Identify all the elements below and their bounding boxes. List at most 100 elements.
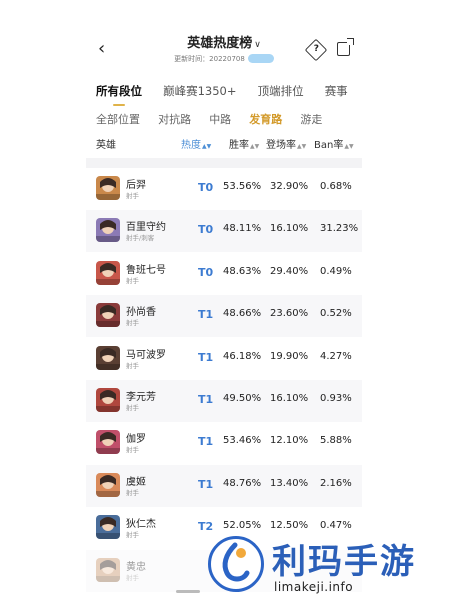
pick-rate: 19.90% bbox=[270, 350, 309, 362]
update-time-text: 更新时间：20220708 bbox=[174, 55, 245, 63]
update-pill bbox=[247, 54, 274, 63]
hero-role: 射手 bbox=[126, 361, 139, 370]
hero-role: 射手 bbox=[126, 573, 139, 582]
table-row[interactable]: 李元芳 射手 T1 49.50% 16.10% 0.93% bbox=[86, 380, 362, 422]
sort-icon: ▲▼ bbox=[202, 143, 212, 150]
win-rate: 48.63% bbox=[223, 265, 262, 277]
hero-role: 射手 bbox=[126, 488, 139, 497]
table-row[interactable]: 百里守约 射手/刺客 T0 48.11% 16.10% 31.23% bbox=[86, 210, 362, 253]
pick-rate: 16.10% bbox=[270, 393, 309, 404]
hero-name: 虞姬 bbox=[126, 476, 146, 488]
ban-rate: 2.16% bbox=[320, 477, 352, 489]
pick-rate: 12.50% bbox=[270, 520, 309, 532]
table-row[interactable]: 伽罗 射手 T1 53.46% 12.10% 5.88% bbox=[86, 422, 362, 464]
tab-all-ranks[interactable]: 所有段位 bbox=[96, 83, 142, 106]
watermark-text: 利玛手游 bbox=[272, 542, 416, 582]
subtab-clash-lane[interactable]: 对抗路 bbox=[158, 111, 191, 127]
hero-avatar bbox=[96, 303, 120, 328]
hero-name: 黄忠 bbox=[126, 561, 146, 573]
hero-name: 狄仁杰 bbox=[126, 519, 156, 531]
ban-rate: 0.52% bbox=[320, 308, 352, 320]
hero-role: 射手 bbox=[126, 192, 139, 200]
table-row[interactable]: 马可波罗 射手 T1 46.18% 19.90% 4.27% bbox=[86, 338, 362, 380]
col-ban[interactable]: Ban率▲▼ bbox=[314, 136, 354, 151]
col-hero: 英雄 bbox=[96, 140, 116, 151]
pick-rate: 13.40% bbox=[270, 477, 309, 489]
tab-tournament[interactable]: 赛事 bbox=[325, 83, 348, 99]
pick-rate: 16.10% bbox=[270, 223, 309, 235]
watermark: 利玛手游 limakeji.info bbox=[200, 534, 448, 600]
hero-role: 射手 bbox=[126, 319, 139, 328]
tier-badge: T1 bbox=[198, 308, 214, 322]
ban-rate: 4.27% bbox=[320, 350, 352, 362]
table-row[interactable]: 鲁班七号 射手 T0 48.63% 29.40% 0.49% bbox=[86, 253, 362, 295]
table-row[interactable]: 虞姬 射手 T1 48.76% 13.40% 2.16% bbox=[86, 464, 362, 507]
hero-name: 鲁班七号 bbox=[126, 264, 166, 276]
win-rate: 48.76% bbox=[223, 477, 262, 489]
hero-name: 百里守约 bbox=[126, 222, 166, 234]
col-heat-label: 热度 bbox=[181, 140, 201, 151]
ban-rate: 0.68% bbox=[320, 181, 352, 192]
hero-role: 射手 bbox=[126, 531, 139, 540]
win-rate: 48.11% bbox=[223, 223, 262, 235]
win-rate: 53.46% bbox=[223, 435, 262, 447]
col-pick-label: 登场率 bbox=[266, 140, 296, 151]
ban-rate: 5.88% bbox=[320, 435, 352, 447]
hero-role: 射手 bbox=[126, 404, 139, 412]
col-win[interactable]: 胜率▲▼ bbox=[229, 136, 259, 151]
win-rate: 48.66% bbox=[223, 308, 262, 320]
share-icon[interactable] bbox=[337, 38, 354, 56]
ban-rate: 0.49% bbox=[320, 265, 352, 277]
app-screen: ‹ 英雄热度榜 ∨ 更新时间：20220708 ? 所有段位 巅峰赛1350+ 顶… bbox=[86, 0, 362, 600]
table-row[interactable]: 孙尚香 射手 T1 48.66% 23.60% 0.52% bbox=[86, 295, 362, 338]
hero-avatar bbox=[96, 472, 120, 497]
tier-badge: T1 bbox=[198, 393, 214, 406]
table-row[interactable]: 后羿 射手 T0 53.56% 32.90% 0.68% bbox=[86, 168, 362, 210]
chevron-down-icon: ∨ bbox=[254, 40, 261, 50]
win-rate: 46.18% bbox=[223, 350, 262, 362]
hero-name: 孙尚香 bbox=[126, 307, 156, 319]
subtab-roam[interactable]: 游走 bbox=[300, 111, 322, 127]
col-ban-label: Ban率 bbox=[314, 140, 344, 151]
tier-badge: T0 bbox=[198, 181, 214, 194]
page-title: 英雄热度榜 bbox=[187, 36, 253, 51]
scroll-handle[interactable] bbox=[176, 590, 200, 593]
watermark-logo-icon bbox=[208, 536, 264, 592]
win-rate: 52.05% bbox=[223, 520, 262, 532]
tier-badge: T1 bbox=[198, 350, 214, 364]
tab-top-ranked[interactable]: 顶端排位 bbox=[258, 83, 304, 99]
win-rate: 49.50% bbox=[223, 393, 262, 404]
sort-icon: ▲▼ bbox=[297, 143, 307, 150]
hero-name: 后羿 bbox=[126, 180, 146, 191]
hero-name: 伽罗 bbox=[126, 434, 146, 446]
tier-badge: T0 bbox=[198, 265, 214, 279]
position-tabs: 全部位置 对抗路 中路 发育路 游走 bbox=[96, 108, 335, 127]
hero-name: 李元芳 bbox=[126, 392, 156, 403]
col-win-label: 胜率 bbox=[229, 140, 249, 151]
ban-rate: 0.93% bbox=[320, 393, 352, 404]
ban-rate: 0.47% bbox=[320, 520, 352, 532]
hero-avatar bbox=[96, 515, 120, 540]
col-heat[interactable]: 热度▲▼ bbox=[181, 136, 211, 151]
subtab-all-positions[interactable]: 全部位置 bbox=[96, 111, 140, 127]
sort-icon: ▲▼ bbox=[344, 143, 354, 150]
rank-tabs: 所有段位 巅峰赛1350+ 顶端排位 赛事 bbox=[96, 80, 362, 106]
hero-avatar bbox=[96, 430, 120, 455]
tier-badge: T2 bbox=[198, 520, 214, 534]
tier-badge: T1 bbox=[198, 477, 214, 491]
hero-avatar bbox=[96, 218, 120, 243]
hero-avatar bbox=[96, 260, 120, 285]
tab-peak-1350[interactable]: 巅峰赛1350+ bbox=[163, 83, 236, 99]
sort-icon: ▲▼ bbox=[250, 143, 260, 150]
subtab-mid-lane[interactable]: 中路 bbox=[209, 111, 231, 127]
col-pick[interactable]: 登场率▲▼ bbox=[266, 136, 306, 151]
pick-rate: 23.60% bbox=[270, 308, 309, 320]
hero-role: 射手/刺客 bbox=[126, 234, 155, 243]
hero-role: 射手 bbox=[126, 276, 139, 285]
hero-avatar bbox=[96, 388, 120, 412]
tier-badge: T0 bbox=[198, 223, 214, 237]
win-rate: 53.56% bbox=[223, 181, 262, 192]
watermark-url: limakeji.info bbox=[274, 580, 354, 594]
ban-rate: 31.23% bbox=[320, 223, 359, 235]
subtab-farm-lane[interactable]: 发育路 bbox=[249, 111, 282, 127]
